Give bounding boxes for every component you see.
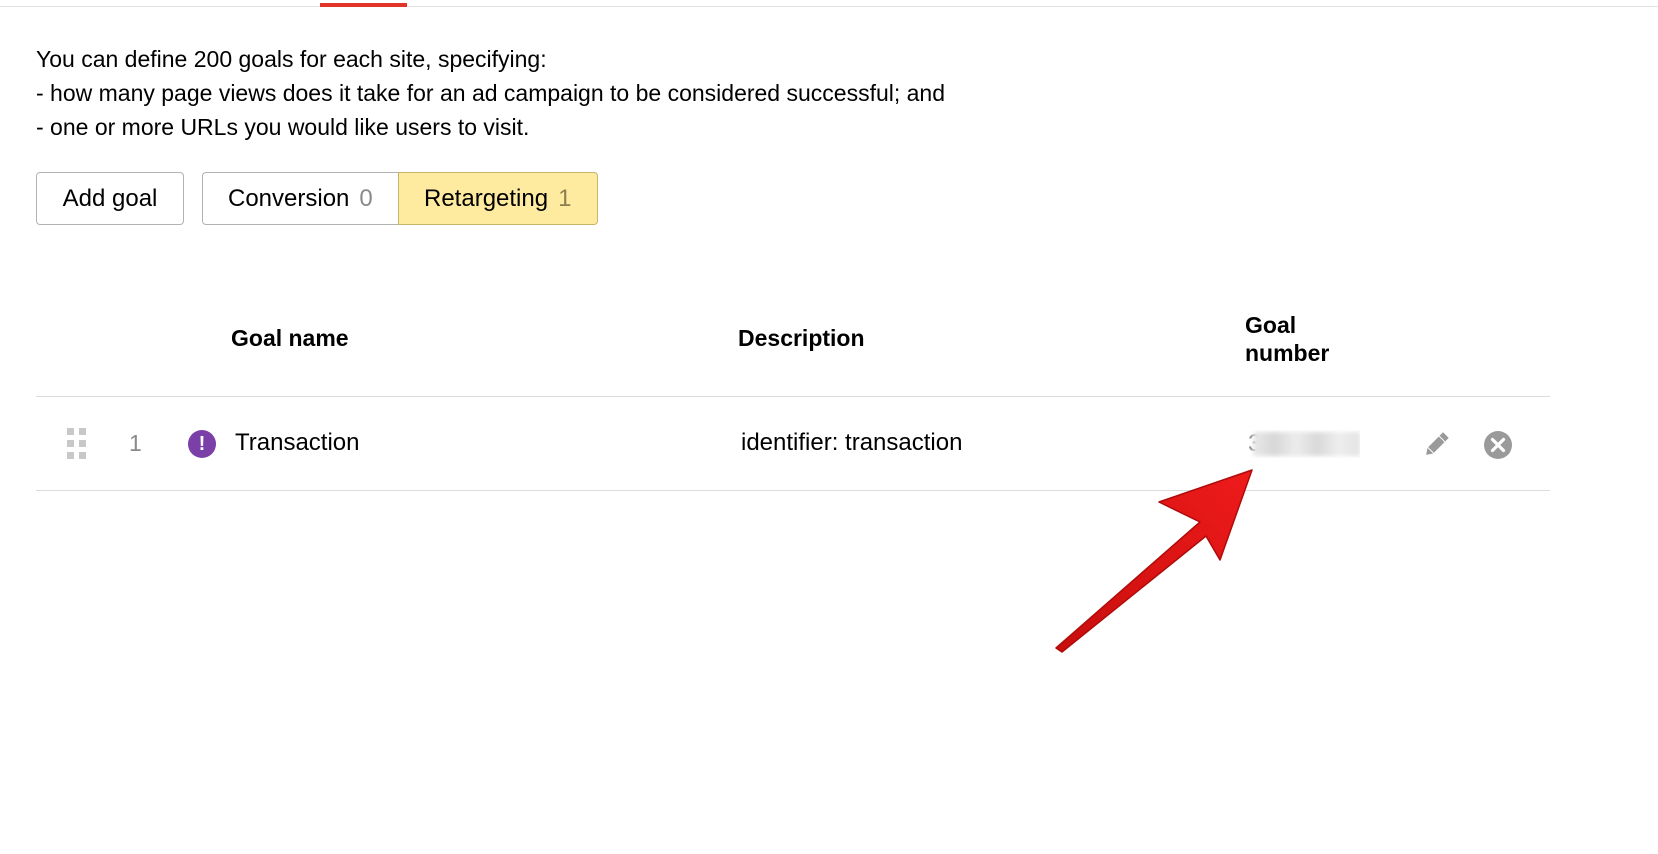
drag-handle-icon[interactable]	[67, 428, 89, 460]
goal-name-cell: Transaction	[235, 429, 360, 456]
column-header-description: Description	[738, 325, 865, 351]
redacted-goal-number	[1253, 432, 1360, 456]
pencil-icon[interactable]	[1420, 429, 1452, 461]
filter-count: 1	[558, 185, 572, 212]
filter-count: 0	[359, 185, 373, 212]
intro-line: - one or more URLs you would like users …	[36, 114, 530, 140]
active-tab-indicator	[320, 3, 407, 7]
table-header-divider	[36, 396, 1550, 397]
filter-conversion-button[interactable]: Conversion 0	[202, 172, 399, 225]
intro-line: - how many page views does it take for a…	[36, 80, 946, 106]
add-goal-button[interactable]: Add goal	[36, 172, 184, 225]
column-header-goal-number: Goal number	[1245, 311, 1365, 367]
intro-line: You can define 200 goals for each site, …	[36, 46, 547, 72]
header-line: number	[1245, 340, 1330, 366]
filter-label: Conversion	[228, 185, 350, 212]
goals-intro-text: You can define 200 goals for each site, …	[36, 42, 945, 144]
filter-retargeting-button[interactable]: Retargeting 1	[398, 172, 598, 225]
header-line: Goal	[1245, 312, 1297, 338]
annotation-arrow-icon	[1055, 469, 1253, 653]
close-circle-icon[interactable]	[1483, 430, 1513, 460]
table-row-divider	[36, 490, 1550, 491]
exclamation-icon: !	[188, 430, 216, 458]
goal-description-cell: identifier: transaction	[741, 429, 963, 456]
goal-type-filter: Conversion 0 Retargeting 1	[202, 172, 598, 225]
row-number: 1	[129, 430, 142, 456]
goal-number-cell: 3	[1248, 430, 1360, 458]
top-divider	[0, 6, 1658, 7]
column-header-goal-name: Goal name	[231, 325, 349, 351]
filter-label: Retargeting	[424, 185, 549, 212]
